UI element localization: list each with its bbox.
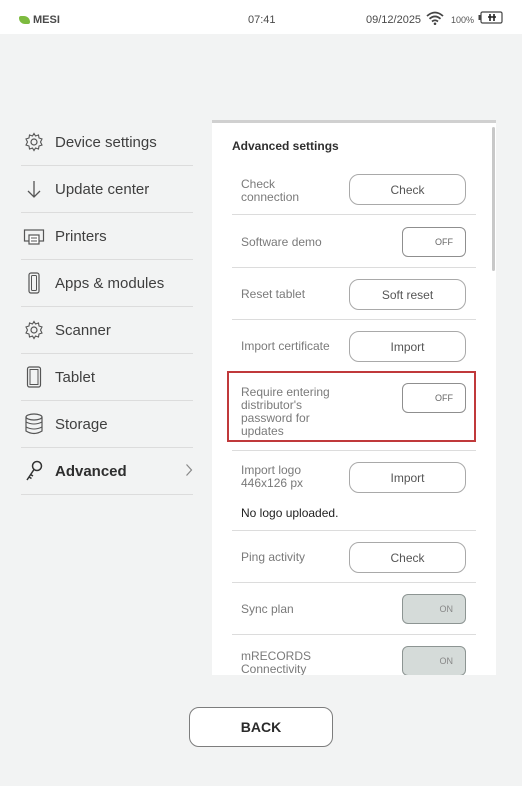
- brand-name: MESI: [33, 14, 60, 26]
- chevron-right-icon: [185, 463, 193, 481]
- scrollbar[interactable]: [492, 127, 495, 271]
- menu-item-label: Scanner: [55, 321, 111, 339]
- row-label: Import logo 446x126 px: [241, 463, 304, 490]
- row-ping-activity: Ping activity Check: [232, 531, 476, 583]
- status-date: 09/12/2025: [366, 14, 422, 26]
- soft-reset-button[interactable]: Soft reset: [349, 279, 466, 310]
- mrecords-toggle[interactable]: ON: [402, 646, 466, 675]
- gear-icon: [23, 319, 45, 341]
- logo-status-text: No logo uploaded.: [241, 506, 339, 520]
- menu-item-label: Printers: [55, 227, 107, 245]
- status-time: 07:41: [248, 14, 276, 26]
- panel-title: Advanced settings: [232, 139, 339, 153]
- row-check-connection: Check connection Check: [232, 168, 476, 215]
- gear-icon: [23, 131, 45, 153]
- row-label: Reset tablet: [241, 287, 306, 301]
- highlight-frame: [227, 371, 476, 442]
- menu-item-apps-modules[interactable]: Apps & modules: [21, 260, 193, 307]
- row-import-certificate: Import certificate Import: [232, 320, 476, 372]
- brand-logo-icon: [19, 16, 30, 24]
- printer-icon: [23, 225, 45, 247]
- row-label: Ping activity: [241, 550, 306, 564]
- settings-menu: Device settings Update center Printers A…: [21, 119, 193, 495]
- row-label: Import certificate: [241, 339, 330, 353]
- menu-item-scanner[interactable]: Scanner: [21, 307, 193, 354]
- row-label: Software demo: [241, 235, 322, 249]
- menu-item-label: Advanced: [55, 462, 127, 480]
- storage-icon: [23, 413, 45, 435]
- tablet-icon: [23, 366, 45, 388]
- arrow-down-icon: [23, 178, 45, 200]
- import-logo-button[interactable]: Import: [349, 462, 466, 493]
- row-mrecords: mRECORDS Connectivity ON: [232, 635, 476, 675]
- menu-item-label: Tablet: [55, 368, 96, 386]
- battery-charging-icon: [478, 11, 504, 27]
- menu-item-device-settings[interactable]: Device settings: [21, 119, 193, 166]
- wifi-icon: [426, 11, 444, 28]
- advanced-settings-panel: Advanced settings Check connection Check…: [212, 120, 496, 675]
- row-label: Check connection: [241, 177, 300, 204]
- key-icon: [23, 460, 45, 482]
- ping-activity-button[interactable]: Check: [349, 542, 466, 573]
- menu-item-storage[interactable]: Storage: [21, 401, 193, 448]
- menu-item-advanced[interactable]: Advanced: [21, 448, 193, 495]
- menu-item-label: Device settings: [55, 133, 157, 151]
- status-bar: MESI 07:41 09/12/2025 100%: [0, 0, 522, 34]
- menu-item-printers[interactable]: Printers: [21, 213, 193, 260]
- back-button[interactable]: BACK: [189, 707, 333, 747]
- menu-item-label: Update center: [55, 180, 150, 198]
- check-connection-button[interactable]: Check: [349, 174, 466, 205]
- row-reset-tablet: Reset tablet Soft reset: [232, 268, 476, 320]
- menu-item-tablet[interactable]: Tablet: [21, 354, 193, 401]
- row-software-demo: Software demo OFF: [232, 215, 476, 268]
- import-certificate-button[interactable]: Import: [349, 331, 466, 362]
- menu-item-label: Storage: [55, 415, 108, 433]
- row-sync-plan: Sync plan ON: [232, 583, 476, 635]
- row-label: Sync plan: [241, 602, 294, 616]
- apps-icon: [23, 272, 45, 294]
- row-label: mRECORDS Connectivity: [241, 649, 312, 676]
- brand: MESI: [19, 14, 60, 26]
- row-import-logo: Import logo 446x126 px Import No logo up…: [232, 451, 476, 531]
- menu-item-label: Apps & modules: [55, 274, 165, 292]
- sync-plan-toggle[interactable]: ON: [402, 594, 466, 624]
- software-demo-toggle[interactable]: OFF: [402, 227, 466, 257]
- battery-percent: 100%: [451, 15, 475, 25]
- menu-item-update-center[interactable]: Update center: [21, 166, 193, 213]
